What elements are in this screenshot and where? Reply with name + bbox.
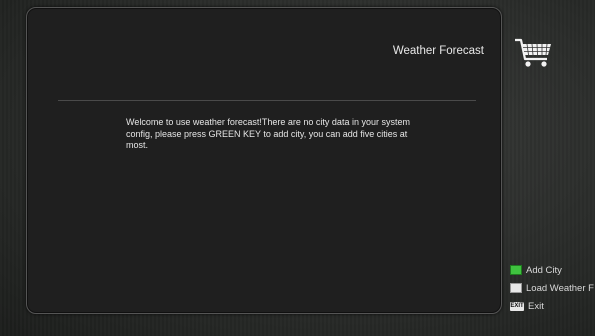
load-weather-label: Load Weather F bbox=[526, 282, 594, 294]
exit-key-icon: EXIT bbox=[510, 301, 524, 311]
exit-label: Exit bbox=[528, 300, 544, 312]
exit-button[interactable]: EXIT Exit bbox=[510, 297, 595, 315]
add-city-button[interactable]: Add City bbox=[510, 261, 595, 279]
page-title: Weather Forecast bbox=[392, 45, 484, 57]
weather-panel: Weather Forecast Welcome to use weather … bbox=[26, 7, 502, 314]
info-message: Welcome to use weather forecast!There ar… bbox=[126, 117, 410, 150]
divider bbox=[58, 100, 476, 101]
add-city-label: Add City bbox=[526, 264, 562, 276]
white-key-icon bbox=[510, 283, 522, 293]
green-key-icon bbox=[510, 265, 522, 275]
cart-icon bbox=[511, 35, 555, 71]
load-weather-button[interactable]: Load Weather F bbox=[510, 279, 595, 297]
button-legend: Add City Load Weather F EXIT Exit bbox=[510, 261, 595, 315]
